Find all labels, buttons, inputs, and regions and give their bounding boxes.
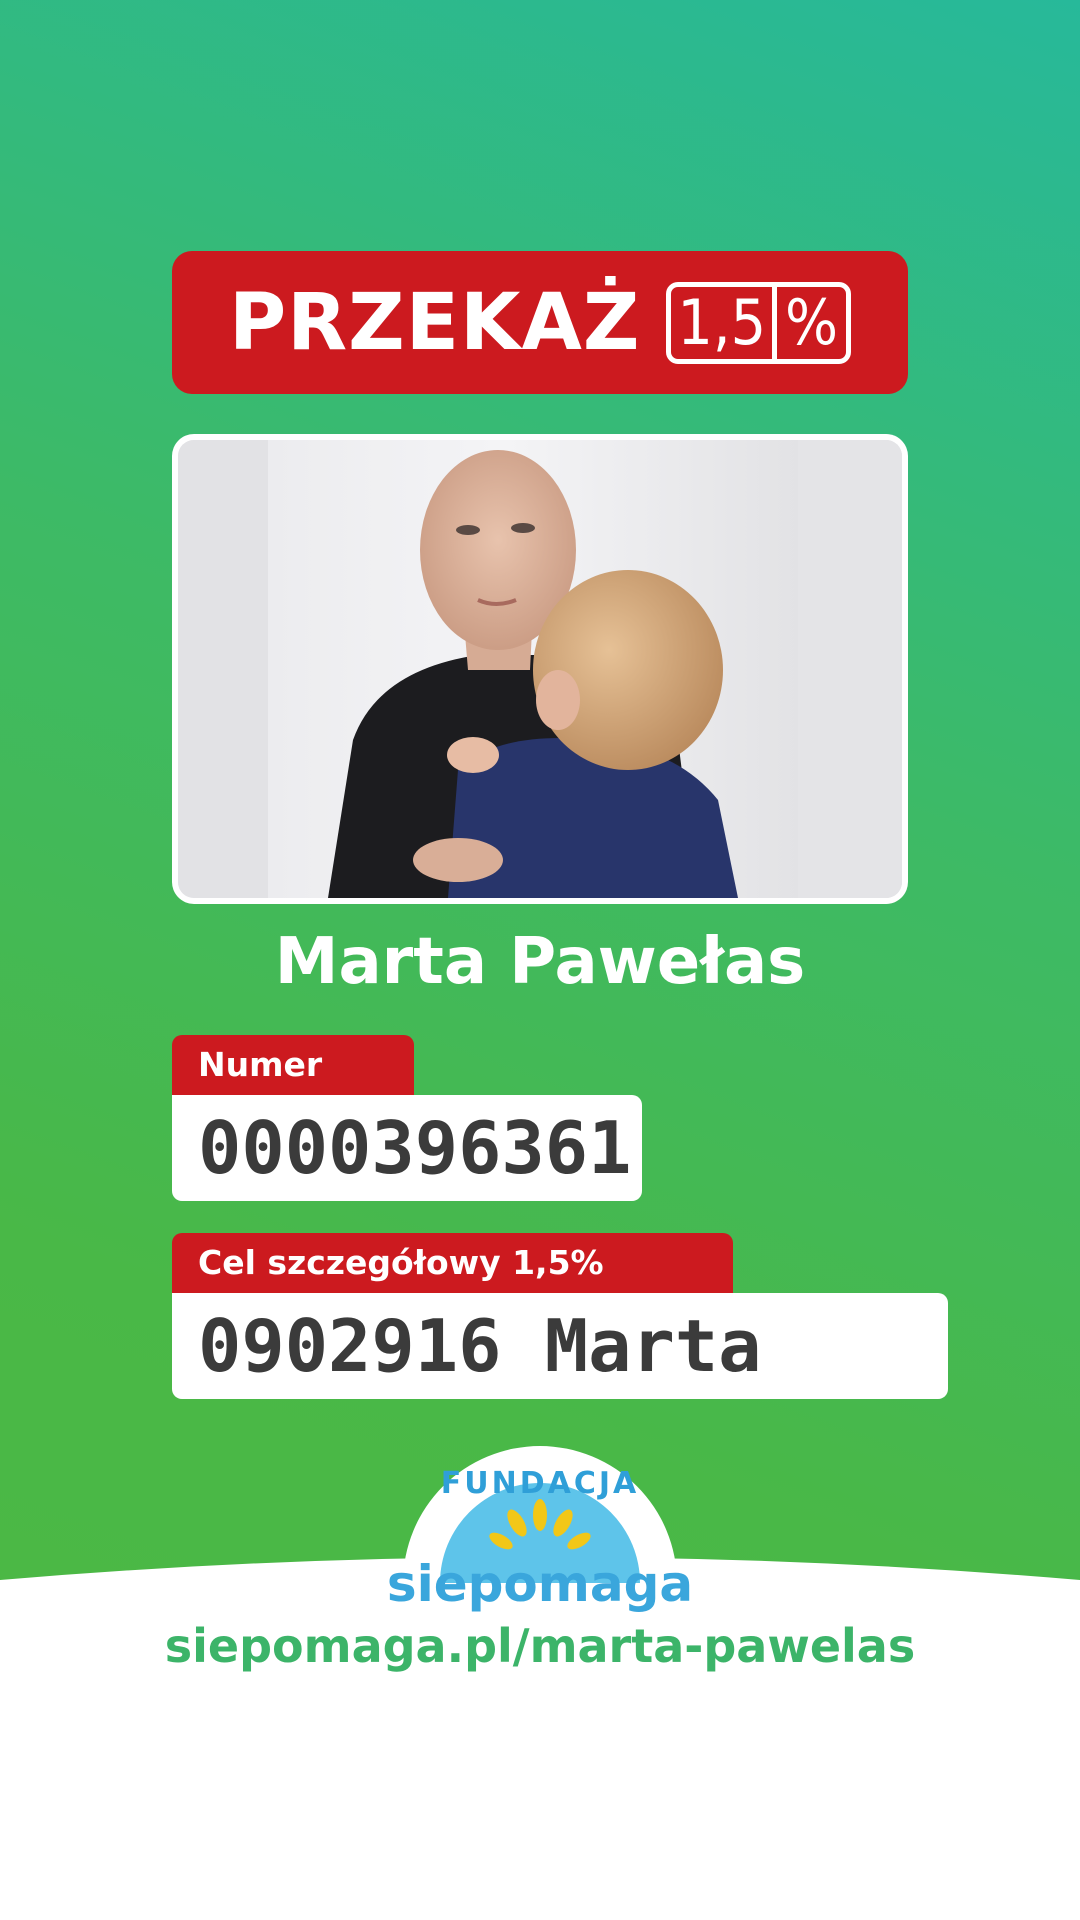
percent-badge: 1,5 % <box>666 281 852 364</box>
photo-frame <box>172 434 908 904</box>
beneficiary-name: Marta Pawełas <box>274 925 806 999</box>
donate-banner: PRZEKAŻ 1,5 % <box>172 251 908 394</box>
banner-title: PRZEKAŻ <box>228 277 641 368</box>
siepomaga-logo: FUNDACJA siepomaga <box>387 1446 693 1613</box>
percent-sign: % <box>772 286 846 359</box>
krs-value: 0000396361 <box>172 1095 642 1201</box>
logo-brand-text: siepomaga <box>387 1555 693 1613</box>
fundraising-card: PRZEKAŻ 1,5 % Marta Pawełas Numer 000039… <box>0 0 1080 1920</box>
logo-top-text: FUNDACJA <box>441 1466 639 1501</box>
campaign-url[interactable]: siepomaga.pl/marta-pawelas <box>0 1616 1080 1676</box>
percent-number: 1,5 <box>677 285 767 359</box>
goal-value: 0902916 Marta <box>172 1293 948 1399</box>
beneficiary-photo <box>178 440 902 898</box>
